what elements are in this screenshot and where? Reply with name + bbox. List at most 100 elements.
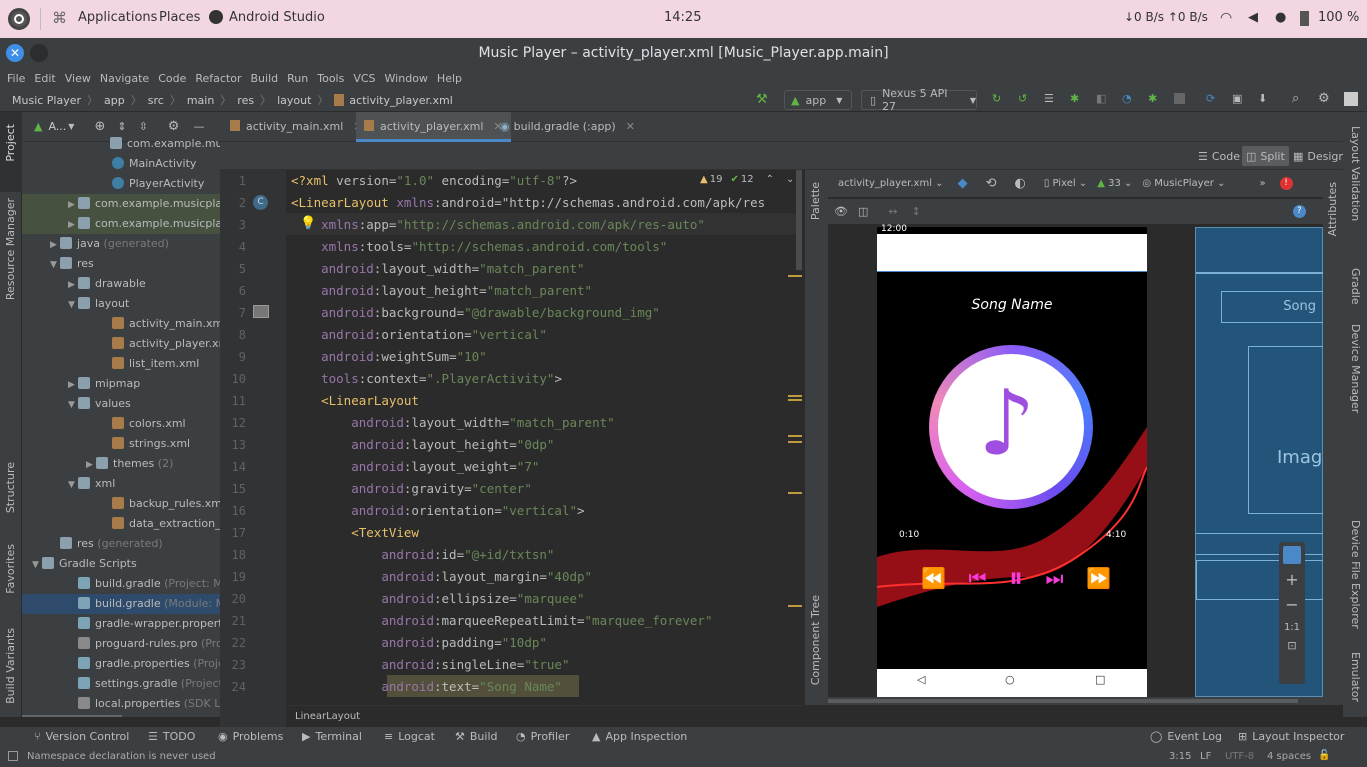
api-select[interactable]: ▲ 33 ⌄ <box>1097 178 1132 189</box>
tool-tab-device-manager[interactable]: Device Manager <box>1349 324 1362 413</box>
image-preview-icon[interactable] <box>253 305 269 318</box>
expand-arrow-icon[interactable]: ▶ <box>50 235 60 255</box>
zoom-in-icon[interactable]: + <box>1279 570 1305 589</box>
tree-item[interactable]: backup_rules.xml <box>22 494 220 514</box>
close-icon[interactable]: ✕ <box>626 120 635 133</box>
tool-event-log[interactable]: ◯ Event Log <box>1150 730 1222 743</box>
expand-arrow-icon[interactable]: ▶ <box>68 275 78 295</box>
debug-attach-icon[interactable]: ✱ <box>1148 92 1157 105</box>
indent-setting[interactable]: 4 spaces <box>1267 751 1311 762</box>
zoom-fit-icon[interactable]: ⊡ <box>1279 639 1305 652</box>
tree-item[interactable]: ▶ drawable <box>22 274 220 294</box>
debug-icon[interactable]: ✱ <box>1070 92 1079 105</box>
tool-problems[interactable]: ◉ Problems <box>218 730 283 743</box>
code-mode-button[interactable]: ☰ Code <box>1198 146 1240 166</box>
expand-arrow-icon[interactable]: ▶ <box>68 195 78 215</box>
breadcrumb-item[interactable]: layout <box>277 94 311 107</box>
chevron-down-icon[interactable]: ▼ <box>68 122 74 131</box>
tab-activity-player[interactable]: activity_player.xml ✕ <box>356 112 511 142</box>
tool-tab-project[interactable]: Project <box>4 124 17 162</box>
zoom-actual-button[interactable]: 1:1 <box>1279 622 1305 633</box>
tree-item[interactable]: ▼ values <box>22 394 220 414</box>
design-hscrollbar[interactable] <box>828 697 1338 705</box>
expand-arrow-icon[interactable]: ▼ <box>68 295 78 315</box>
expand-arrow-icon[interactable]: ▼ <box>68 395 78 415</box>
tool-app-inspection[interactable]: ▲ App Inspection <box>592 730 687 743</box>
inspection-widget[interactable]: ▲ 19 ✔ 12 ⌃ ⌄ <box>700 174 794 185</box>
tool-version-control[interactable]: ⑂ Version Control <box>34 730 129 743</box>
tool-terminal[interactable]: ▶ Terminal <box>302 730 362 743</box>
run-config-select[interactable]: ▲ app ▼ <box>784 90 852 110</box>
next-icon[interactable]: ⏭ <box>1046 566 1064 590</box>
class-ref-icon[interactable]: C <box>253 195 268 210</box>
more-icon[interactable]: » <box>1259 178 1265 189</box>
tree-item[interactable]: ▼ res <box>22 254 220 274</box>
expand-arrow-icon[interactable]: ▶ <box>68 375 78 395</box>
tree-item[interactable]: colors.xml <box>22 414 220 434</box>
device-select[interactable]: ▯ Pixel ⌄ <box>1044 178 1087 189</box>
tree-item[interactable]: strings.xml <box>22 434 220 454</box>
orientation-icon[interactable]: ⟲ <box>986 176 997 191</box>
tab-activity-main[interactable]: activity_main.xml✕ <box>230 112 363 142</box>
recents-icon[interactable]: □ <box>1095 673 1105 686</box>
fast-rewind-icon[interactable]: ⏪ <box>921 566 946 590</box>
horizontal-scrollbar[interactable] <box>22 715 122 717</box>
tree-item[interactable]: proguard-rules.pro (ProGuard <box>22 634 220 654</box>
zoom-out-icon[interactable]: − <box>1279 595 1305 614</box>
tree-item[interactable]: gradle-wrapper.properties (G <box>22 614 220 634</box>
code-breadcrumb[interactable]: LinearLayout <box>295 711 360 722</box>
tree-item[interactable]: settings.gradle (Project Settin <box>22 674 220 694</box>
design-mode-button[interactable]: ▦ Design <box>1293 146 1345 166</box>
phone-preview[interactable]: 12:00 Song Name ♪ 0:10 4:10 ⏪ ⏮ ⏸ ⏭ ⏩ ◁ … <box>877 224 1147 697</box>
blueprint-icon[interactable]: ◫ <box>858 205 868 218</box>
minimize-icon[interactable]: — <box>193 120 204 133</box>
tree-item[interactable]: local.properties (SDK Location <box>22 694 220 714</box>
tool-build[interactable]: ⚒ Build <box>455 730 498 743</box>
breadcrumb-item[interactable]: app <box>104 94 125 107</box>
eye-icon[interactable]: 👁 <box>834 205 848 218</box>
menu-navigate[interactable]: Navigate <box>100 72 149 85</box>
places-menu[interactable]: Places <box>159 10 200 25</box>
pan-icon[interactable] <box>1283 546 1301 564</box>
tree-item[interactable]: activity_player.xml <box>22 334 220 354</box>
night-mode-icon[interactable]: ◐ <box>1014 176 1025 191</box>
search-icon[interactable]: ⌕ <box>1292 91 1299 106</box>
tree-item[interactable]: ▶ mipmap <box>22 374 220 394</box>
tree-item[interactable]: PlayerActivity <box>22 174 220 194</box>
help-icon[interactable]: ? <box>1292 205 1306 218</box>
wifi-icon[interactable]: ◠ <box>1220 10 1232 26</box>
view-select[interactable]: A... <box>48 120 66 133</box>
home-icon[interactable]: ○ <box>1005 673 1015 686</box>
tool-tab-layout-validation[interactable]: Layout Validation <box>1349 126 1362 221</box>
avatar[interactable] <box>1344 92 1358 106</box>
breadcrumb-item[interactable]: Music Player <box>12 94 81 107</box>
error-icon[interactable]: ! <box>1279 177 1293 190</box>
pause-icon[interactable]: ⏸ <box>1009 561 1023 595</box>
chevron-up-icon[interactable]: ⌃ <box>766 174 774 185</box>
tab-build-gradle[interactable]: ◉ build.gradle (:app) ✕ <box>500 112 635 142</box>
expand-arrow-icon[interactable]: ▼ <box>32 555 42 575</box>
menu-refactor[interactable]: Refactor <box>195 72 241 85</box>
back-icon[interactable]: ◁ <box>917 673 925 686</box>
theme-select[interactable]: ◎ MusicPlayer ⌄ <box>1142 178 1225 189</box>
microphone-icon[interactable]: ● <box>1275 10 1286 25</box>
vertical-resize-icon[interactable]: ↕ <box>912 205 921 218</box>
menu-build[interactable]: Build <box>251 72 279 85</box>
tool-tab-favorites[interactable]: Favorites <box>4 544 17 594</box>
hammer-icon[interactable]: ⚒ <box>756 92 768 107</box>
stop-icon[interactable] <box>1174 93 1185 104</box>
expand-arrow-icon[interactable]: ▶ <box>86 455 96 475</box>
tool-todo[interactable]: ☰ TODO <box>148 730 195 743</box>
breadcrumb-item[interactable]: src <box>148 94 164 107</box>
sdk-manager-icon[interactable]: ⬇ <box>1258 92 1267 105</box>
line-ending[interactable]: LF <box>1200 751 1211 762</box>
menu-vcs[interactable]: VCS <box>353 72 375 85</box>
target-icon[interactable]: ⊕ <box>94 119 105 134</box>
attach-debugger-icon[interactable]: ◧ <box>1096 92 1106 105</box>
menu-tools[interactable]: Tools <box>317 72 344 85</box>
tree-item[interactable]: com.example.musicplayer <box>22 134 220 154</box>
speaker-icon[interactable]: ◀ <box>1248 10 1258 25</box>
tree-item[interactable]: data_extraction_rules <box>22 514 220 534</box>
tool-profiler[interactable]: ◔ Profiler <box>516 730 569 743</box>
clock[interactable]: 14:25 <box>664 10 701 25</box>
